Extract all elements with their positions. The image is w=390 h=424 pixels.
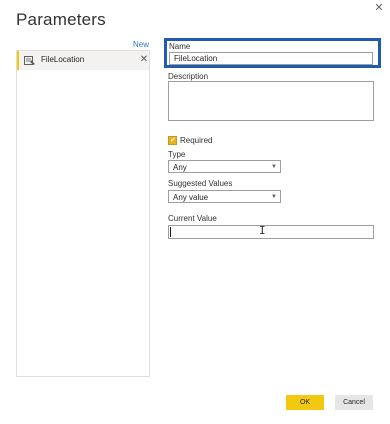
name-label: Name [169,42,191,51]
name-input[interactable] [169,52,373,65]
remove-parameter-icon[interactable]: ✕ [139,54,149,66]
type-select[interactable]: Any ▼ [168,160,281,173]
parameter-icon [24,56,35,65]
chevron-down-icon: ▼ [271,164,277,170]
ibeam-cursor-icon: I [259,224,266,237]
close-icon[interactable]: ✕ [370,0,388,16]
current-value-label: Current Value [168,214,217,223]
suggested-values-select[interactable]: Any value ▼ [168,190,281,203]
chevron-down-icon: ▼ [271,194,277,200]
description-input[interactable] [168,81,374,121]
parameter-name-label: FileLocation [41,55,85,64]
description-label: Description [168,72,209,81]
parameter-list: FileLocation ✕ [16,50,150,377]
required-label: Required [180,136,213,145]
checkmark-icon: ✔ [170,137,176,144]
type-label: Type [168,150,186,159]
ok-button[interactable]: OK [286,395,324,410]
parameter-list-item[interactable]: FileLocation ✕ [17,51,149,70]
dialog-title: Parameters [16,10,106,29]
current-value-input[interactable] [168,225,374,239]
new-parameter-link[interactable]: New [133,40,149,49]
type-select-value: Any [173,163,187,172]
suggested-values-select-value: Any value [173,193,209,202]
required-checkbox[interactable]: ✔ [168,136,177,145]
cancel-button[interactable]: Cancel [335,395,373,410]
suggested-values-label: Suggested Values [168,179,233,188]
text-caret [170,227,171,237]
